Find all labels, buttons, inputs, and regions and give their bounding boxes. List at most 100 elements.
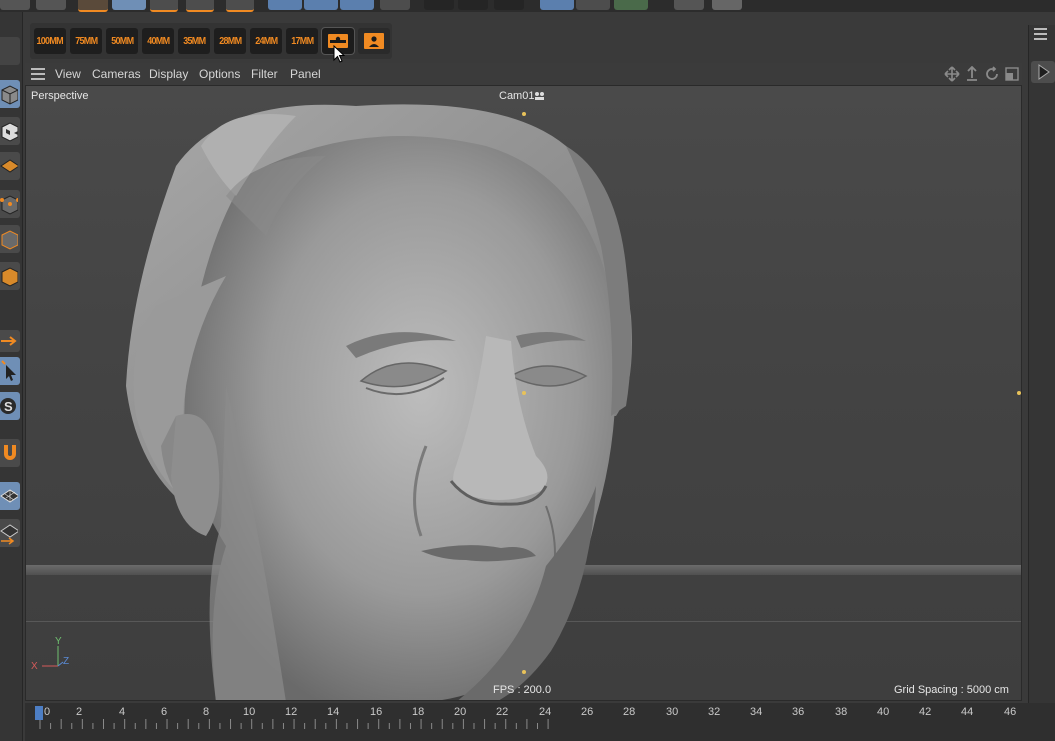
preset-50mm-button[interactable]: 50MM: [106, 28, 138, 54]
render-button[interactable]: [304, 0, 338, 10]
grid-lock-icon: [0, 524, 18, 545]
axis-y-label: Y: [55, 636, 62, 647]
rotate-view-icon[interactable]: [984, 66, 1000, 82]
toolbar-button[interactable]: [712, 0, 742, 10]
checker-cube-icon: [1, 122, 18, 142]
model-mode-button[interactable]: [0, 80, 20, 108]
timeline-ruler[interactable]: 0 2 4 6 8 10 12 14 16 18 20 22 24 26 28 …: [25, 703, 1055, 741]
menu-cameras[interactable]: Cameras: [92, 67, 141, 81]
select-tool-button[interactable]: [112, 0, 146, 10]
preset-35mm-button[interactable]: 35MM: [178, 28, 210, 54]
toolbar-button[interactable]: [458, 0, 488, 10]
workplane-grid-icon: [0, 489, 18, 503]
cube-icon: [1, 85, 18, 105]
toolbar-button[interactable]: [494, 0, 524, 10]
tick-label: 28: [623, 706, 636, 718]
viewport-menu-bar: View Cameras Display Options Filter Pane…: [25, 63, 1022, 85]
tick-label: 22: [496, 706, 509, 718]
panel-menu-icon[interactable]: [1032, 25, 1050, 43]
toolbar-button[interactable]: [36, 0, 66, 10]
play-icon: [1038, 64, 1050, 80]
menu-view[interactable]: View: [55, 67, 81, 81]
solo-s-icon: S: [0, 398, 16, 414]
tick-label: 42: [919, 706, 932, 718]
menu-options[interactable]: Options: [199, 67, 240, 81]
edge-mode-button[interactable]: [0, 225, 20, 253]
points-cube-icon: [0, 195, 18, 215]
tick-label: 0: [44, 706, 51, 718]
camera-portrait-button[interactable]: [358, 28, 390, 54]
play-button[interactable]: [1031, 61, 1055, 83]
left-tool-palette: S: [0, 12, 23, 741]
mouse-cursor-icon: [333, 45, 346, 63]
tweak-mode-button[interactable]: [0, 357, 20, 385]
palette-button[interactable]: [0, 37, 20, 65]
workplane-grid-button[interactable]: [0, 482, 20, 510]
perspective-viewport[interactable]: Perspective Cam01 Y X Z FPS : 200.0 Grid…: [25, 85, 1022, 701]
arrow-right-icon: [1, 336, 17, 346]
hamburger-menu-icon[interactable]: [31, 68, 45, 80]
move-tool-button[interactable]: [78, 0, 108, 12]
toolbar-button[interactable]: [0, 0, 30, 10]
grid-lock-button[interactable]: [0, 519, 20, 547]
camera-center-handle[interactable]: [522, 391, 526, 395]
scale-tool-button[interactable]: [150, 0, 178, 12]
workplane-button[interactable]: [0, 152, 20, 180]
grid-plane-icon: [0, 159, 18, 173]
texture-mode-button[interactable]: [0, 117, 20, 145]
solo-button[interactable]: S: [0, 392, 20, 420]
zoom-view-icon[interactable]: [964, 66, 980, 82]
preset-label: 100MM: [36, 35, 64, 47]
render-settings-button[interactable]: [340, 0, 374, 10]
cube-object-button[interactable]: [540, 0, 574, 10]
move-view-icon[interactable]: [944, 66, 960, 82]
toolbar-button[interactable]: [424, 0, 454, 10]
polygon-mode-button[interactable]: [0, 262, 20, 290]
camera-frame-handle[interactable]: [1017, 391, 1021, 395]
preset-40mm-button[interactable]: 40MM: [142, 28, 174, 54]
preset-75mm-button[interactable]: 75MM: [70, 28, 102, 54]
fps-readout: FPS : 200.0: [493, 684, 552, 696]
main-toolbar-strip: [0, 0, 1055, 12]
menu-filter[interactable]: Filter: [251, 67, 278, 81]
camera-name-label: Cam01: [499, 90, 535, 102]
point-mode-button[interactable]: [0, 190, 20, 218]
maximize-view-icon[interactable]: [1004, 66, 1020, 82]
axis-mode-button[interactable]: [0, 330, 20, 352]
tick-label: 20: [454, 706, 467, 718]
axis-z-label: Z: [63, 656, 70, 667]
toolbar-button[interactable]: [674, 0, 704, 10]
render-view-button[interactable]: [268, 0, 302, 10]
camera-link-icon[interactable]: [534, 91, 546, 101]
camera-frame-handle[interactable]: [522, 670, 526, 674]
spline-button[interactable]: [576, 0, 610, 10]
generator-button[interactable]: [614, 0, 648, 10]
polygons-cube-icon: [1, 267, 18, 287]
tick-label: 2: [76, 706, 83, 718]
rotate-tool-button[interactable]: [186, 0, 214, 12]
snap-button[interactable]: [0, 439, 20, 467]
preset-24mm-button[interactable]: 24MM: [250, 28, 282, 54]
magnet-icon: [4, 445, 16, 460]
preset-label: 17MM: [290, 35, 314, 47]
tick-label: 38: [835, 706, 848, 718]
preset-17mm-button[interactable]: 17MM: [286, 28, 318, 54]
preset-label: 35MM: [182, 35, 206, 47]
right-panel-strip: [1028, 25, 1055, 705]
timeline-playhead[interactable]: [35, 706, 43, 720]
menu-display[interactable]: Display: [149, 67, 188, 81]
edges-cube-icon: [1, 230, 18, 250]
menu-panel[interactable]: Panel: [290, 67, 321, 81]
tick-label: 40: [877, 706, 890, 718]
camera-frame-handle[interactable]: [522, 112, 526, 116]
preset-28mm-button[interactable]: 28MM: [214, 28, 246, 54]
preset-label: 28MM: [218, 35, 242, 47]
toolbar-button[interactable]: [380, 0, 410, 10]
preset-100mm-button[interactable]: 100MM: [34, 28, 66, 54]
axis-tool-button[interactable]: [226, 0, 254, 12]
tick-label: 30: [666, 706, 679, 718]
preset-label: 75MM: [74, 35, 98, 47]
tick-label: 46: [1004, 706, 1017, 718]
grid-spacing-readout: Grid Spacing : 5000 cm: [894, 684, 1009, 696]
tick-label: 6: [161, 706, 168, 718]
